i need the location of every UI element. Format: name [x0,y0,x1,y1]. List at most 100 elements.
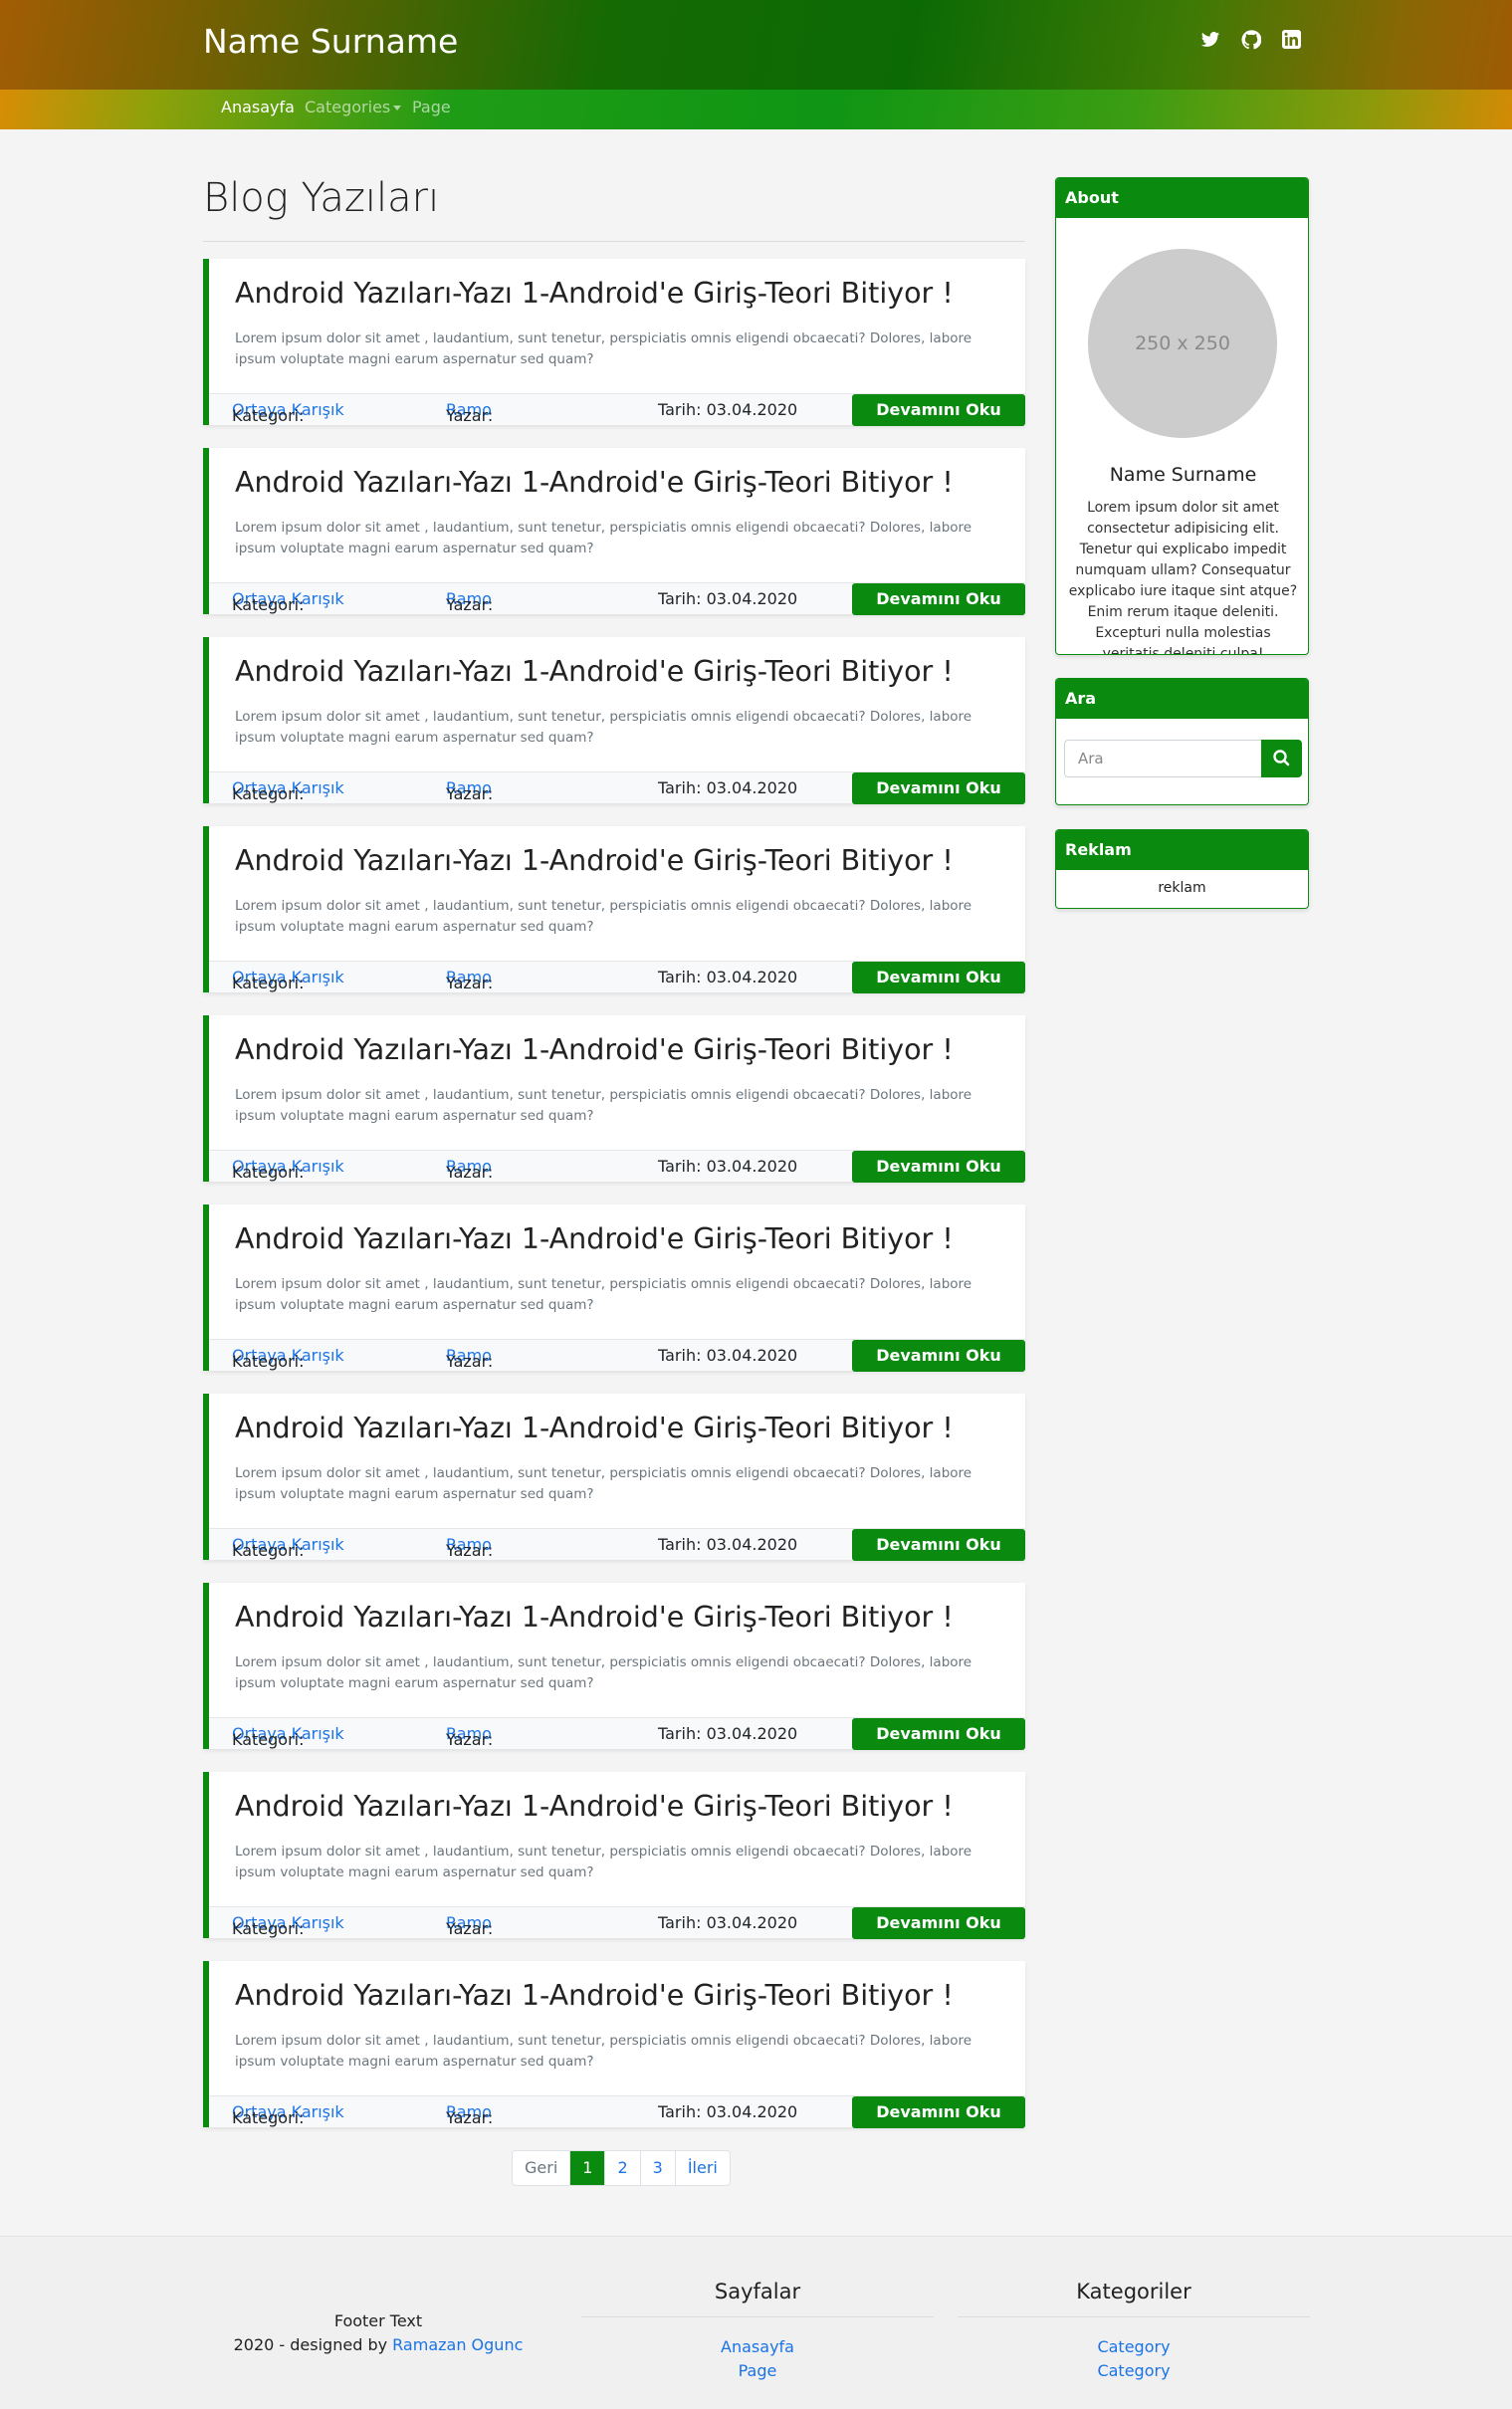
post-date: Tarih: 03.04.2020 [658,1157,798,1176]
footer: Footer Text 2020 - designed by Ramazan O… [0,2236,1512,2409]
pagination-page-2[interactable]: 2 [605,2151,641,2185]
footer-credit: 2020 - designed by Ramazan Ogunc [203,2333,553,2357]
twitter-icon[interactable] [1199,30,1221,50]
pagination-prev[interactable]: Geri [513,2151,571,2185]
author-label: Yazar: [446,1541,494,1560]
author-label: Yazar: [446,2108,494,2127]
post-excerpt: Lorem ipsum dolor sit amet , laudantium,… [235,1087,972,1124]
read-more-button[interactable]: Devamını Oku [852,2096,1025,2128]
post-card: Android Yazıları-Yazı 1-Android'e Giriş-… [203,259,1025,426]
read-more-button[interactable]: Devamını Oku [852,1907,1025,1939]
author-label: Yazar: [446,1730,494,1749]
page-title: Blog Yazıları [203,175,440,221]
post-meta: Kategori: Ortaya Karışık Yazar: Ramo Tar… [209,1906,1025,1939]
post-meta: Kategori: Ortaya Karışık Yazar: Ramo Tar… [209,1339,1025,1372]
credit-link[interactable]: Ramazan Ogunc [392,2335,523,2354]
post-title[interactable]: Android Yazıları-Yazı 1-Android'e Giriş-… [235,1601,954,1634]
footer-pages: Sayfalar Anasayfa Page [581,2277,934,2383]
post-category: Kategori: Ortaya Karışık [232,1913,344,1938]
post-title[interactable]: Android Yazıları-Yazı 1-Android'e Giriş-… [235,655,954,688]
nav-dropdown-categories[interactable]: Categories [305,98,402,116]
footer-text-block: Footer Text 2020 - designed by Ramazan O… [203,2309,553,2357]
post-title[interactable]: Android Yazıları-Yazı 1-Android'e Giriş-… [235,1033,954,1066]
footer-categories-title: Kategoriler [1076,2280,1191,2303]
pagination-page-3[interactable]: 3 [641,2151,676,2185]
post-author: Yazar: Ramo [446,400,493,425]
read-more-button[interactable]: Devamını Oku [852,583,1025,615]
footer-divider [958,2316,1310,2317]
read-more-button[interactable]: Devamını Oku [852,1529,1025,1561]
about-header: About [1056,178,1308,218]
post-card: Android Yazıları-Yazı 1-Android'e Giriş-… [203,1015,1025,1183]
category-label: Kategori: [232,406,305,425]
post-meta: Kategori: Ortaya Karışık Yazar: Ramo Tar… [209,1717,1025,1750]
footer-link-category[interactable]: Category [958,2359,1310,2383]
post-date: Tarih: 03.04.2020 [658,400,798,419]
footer-link-category[interactable]: Category [958,2335,1310,2359]
category-label: Kategori: [232,784,305,803]
post-title[interactable]: Android Yazıları-Yazı 1-Android'e Giriş-… [235,844,954,877]
post-title[interactable]: Android Yazıları-Yazı 1-Android'e Giriş-… [235,1222,954,1255]
post-title[interactable]: Android Yazıları-Yazı 1-Android'e Giriş-… [235,1412,954,1444]
post-date: Tarih: 03.04.2020 [658,589,798,608]
pagination-next[interactable]: İleri [676,2151,730,2185]
read-more-button[interactable]: Devamını Oku [852,772,1025,804]
post-meta: Kategori: Ortaya Karışık Yazar: Ramo Tar… [209,961,1025,993]
search-input[interactable]: Ara [1064,740,1262,777]
post-meta: Kategori: Ortaya Karışık Yazar: Ramo Tar… [209,2095,1025,2128]
brand-title[interactable]: Name Surname [203,22,458,61]
post-date: Tarih: 03.04.2020 [658,1346,798,1365]
post-category: Kategori: Ortaya Karışık [232,1724,344,1749]
read-more-button[interactable]: Devamını Oku [852,394,1025,426]
post-date: Tarih: 03.04.2020 [658,1724,798,1743]
caret-down-icon [393,106,402,110]
category-label: Kategori: [232,1919,305,1938]
post-author: Yazar: Ramo [446,1724,493,1749]
read-more-button[interactable]: Devamını Oku [852,962,1025,993]
category-label: Kategori: [232,595,305,614]
post-card: Android Yazıları-Yazı 1-Android'e Giriş-… [203,1772,1025,1939]
category-label: Kategori: [232,2108,305,2127]
search-button[interactable] [1261,740,1302,777]
post-author: Yazar: Ramo [446,1346,493,1371]
ad-content: reklam [1158,880,1206,896]
post-card: Android Yazıları-Yazı 1-Android'e Giriş-… [203,1583,1025,1750]
post-title[interactable]: Android Yazıları-Yazı 1-Android'e Giriş-… [235,1790,954,1823]
footer-link-anasayfa[interactable]: Anasayfa [581,2335,934,2359]
post-date: Tarih: 03.04.2020 [658,2102,798,2121]
credit-prefix: 2020 - designed by [233,2335,388,2354]
post-meta: Kategori: Ortaya Karışık Yazar: Ramo Tar… [209,393,1025,426]
category-label: Kategori: [232,1730,305,1749]
post-author: Yazar: Ramo [446,1913,493,1938]
post-date: Tarih: 03.04.2020 [658,1913,798,1932]
pagination-page-1[interactable]: 1 [570,2151,606,2185]
category-label: Kategori: [232,1163,305,1182]
post-category: Kategori: Ortaya Karışık [232,589,344,614]
post-excerpt: Lorem ipsum dolor sit amet , laudantium,… [235,1844,972,1880]
read-more-button[interactable]: Devamını Oku [852,1718,1025,1750]
avatar: 250 x 250 [1088,249,1277,438]
post-title[interactable]: Android Yazıları-Yazı 1-Android'e Giriş-… [235,1979,954,2012]
post-card: Android Yazıları-Yazı 1-Android'e Giriş-… [203,826,1025,993]
category-label: Kategori: [232,1541,305,1560]
post-title[interactable]: Android Yazıları-Yazı 1-Android'e Giriş-… [235,466,954,499]
search-header: Ara [1056,679,1308,719]
pagination: Geri 1 2 3 İleri [512,2150,731,2186]
post-date: Tarih: 03.04.2020 [658,778,798,797]
about-text: Lorem ipsum dolor sit amet consectetur a… [1068,500,1298,655]
footer-divider [581,2316,934,2317]
read-more-button[interactable]: Devamını Oku [852,1340,1025,1372]
post-category: Kategori: Ortaya Karışık [232,968,344,992]
post-category: Kategori: Ortaya Karışık [232,1535,344,1560]
post-author: Yazar: Ramo [446,589,493,614]
nav-link-page[interactable]: Page [412,98,451,116]
linkedin-icon[interactable] [1282,30,1301,49]
about-card: About 250 x 250 Name Surname Lorem ipsum… [1055,177,1309,655]
github-icon[interactable] [1241,30,1261,50]
nav-link-anasayfa[interactable]: Anasayfa [221,98,295,116]
search-card: Ara Ara [1055,678,1309,805]
read-more-button[interactable]: Devamını Oku [852,1151,1025,1183]
post-title[interactable]: Android Yazıları-Yazı 1-Android'e Giriş-… [235,277,954,310]
footer-link-page[interactable]: Page [581,2359,934,2383]
post-author: Yazar: Ramo [446,968,493,992]
